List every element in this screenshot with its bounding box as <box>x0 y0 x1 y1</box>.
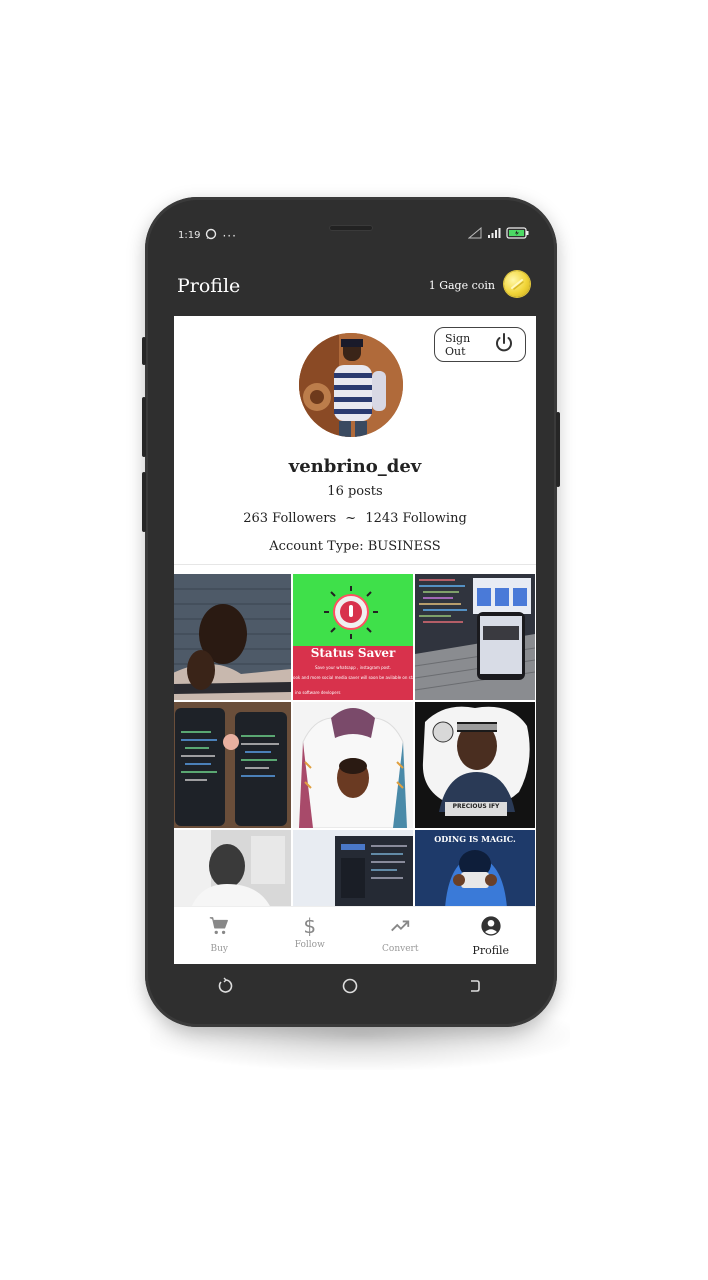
sign-out-label: Sign Out <box>445 331 471 358</box>
post-thumbnail[interactable] <box>293 702 413 828</box>
following-count[interactable]: 1243 Following <box>365 511 466 526</box>
post-thumbnail-coding-is-magic[interactable]: ODING IS MAGIC. <box>415 830 535 908</box>
post-thumbnail[interactable] <box>174 830 291 908</box>
follow-stats: 263 Followers ~ 1243 Following <box>174 511 536 526</box>
post-thumbnail[interactable] <box>415 574 535 700</box>
posts-grid: Status Saver Save your whatsapp , instag… <box>174 574 535 908</box>
post-thumbnail[interactable] <box>174 702 291 828</box>
divider <box>174 564 536 565</box>
post-thumbnail[interactable] <box>293 830 413 908</box>
avatar[interactable] <box>299 333 403 437</box>
cart-icon <box>208 915 230 941</box>
power-button <box>556 412 560 487</box>
nav-item-follow[interactable]: $ Follow <box>265 907 356 964</box>
profile-screen: Sign Out venbrino_dev 16 posts 263 Follo… <box>174 316 536 964</box>
follow-separator: ~ <box>345 511 357 526</box>
status-saver-line2: ook and more social media saver will soo… <box>293 675 413 680</box>
post-thumbnail-status-saver[interactable]: Status Saver Save your whatsapp , instag… <box>293 574 413 700</box>
home-icon[interactable] <box>341 977 359 999</box>
status-saver-line1: Save your whatsapp , instagram post. <box>314 665 392 670</box>
back-icon[interactable] <box>465 977 483 999</box>
nav-label-convert: Convert <box>382 944 419 954</box>
power-icon <box>493 332 515 357</box>
nav-item-convert[interactable]: Convert <box>355 907 446 964</box>
signal-icon <box>467 226 482 242</box>
status-dots: ··· <box>222 228 237 243</box>
status-time: 1:19 <box>178 230 201 241</box>
coding-is-magic-label: ODING IS MAGIC. <box>434 834 516 844</box>
app-bar: Profile 1 Gage coin <box>164 262 536 316</box>
chat-bubble-icon <box>205 228 217 243</box>
bixby-button <box>142 472 146 532</box>
nav-label-profile: Profile <box>472 944 510 957</box>
signal-strength-icon <box>487 227 501 242</box>
post-thumbnail[interactable] <box>174 574 291 700</box>
sign-out-button[interactable]: Sign Out <box>434 327 526 362</box>
nav-item-profile[interactable]: Profile <box>446 907 537 964</box>
coin-balance: 1 Gage coin <box>428 279 495 292</box>
nav-label-follow: Follow <box>294 940 325 950</box>
bottom-navigation: Buy $ Follow Convert Profile <box>174 906 536 964</box>
status-bar: 1:19 ··· <box>178 226 530 244</box>
coin-icon[interactable] <box>504 271 530 297</box>
nav-label-buy: Buy <box>210 944 229 954</box>
precious-ify-label: PRECIOUS IFY <box>452 803 500 810</box>
page-title: Profile <box>177 275 241 297</box>
followers-count[interactable]: 263 Followers <box>243 511 336 526</box>
account-type: Account Type: BUSINESS <box>269 539 441 554</box>
status-saver-title: Status Saver <box>310 646 396 660</box>
recent-apps-icon[interactable] <box>217 977 235 999</box>
system-navigation-bar <box>164 968 536 1008</box>
profile-username: venbrino_dev <box>288 456 422 477</box>
trending-up-icon <box>389 915 411 941</box>
volume-down-button <box>142 397 146 457</box>
posts-count: 16 posts <box>327 484 383 499</box>
volume-up-button <box>142 337 146 365</box>
post-thumbnail-precious-ify[interactable]: PRECIOUS IFY <box>415 702 535 828</box>
battery-icon <box>506 227 530 242</box>
status-saver-line3: ino software devlopers <box>295 690 341 695</box>
account-circle-icon <box>480 915 502 941</box>
nav-item-buy[interactable]: Buy <box>174 907 265 964</box>
dollar-icon: $ <box>303 914 317 938</box>
